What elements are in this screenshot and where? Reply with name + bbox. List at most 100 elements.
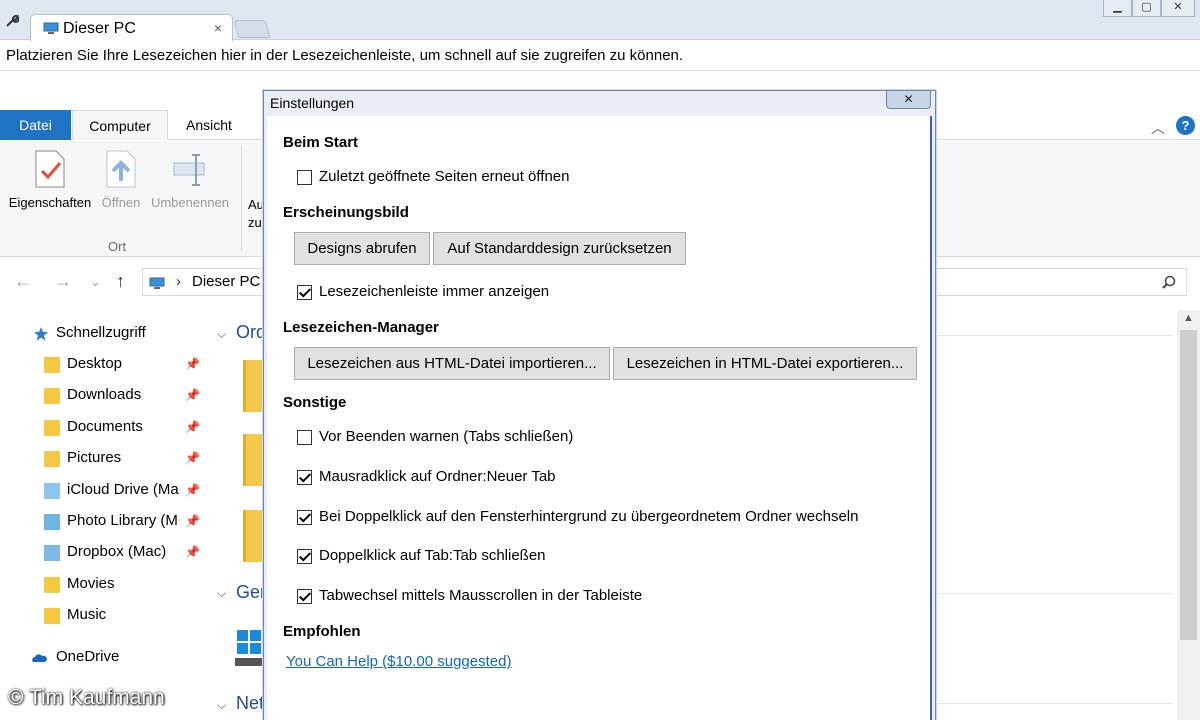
nav-item-music[interactable]: Music: [0, 602, 206, 630]
folder-icon: [44, 451, 60, 467]
chevron-down-icon[interactable]: ⌵: [217, 586, 226, 601]
folder-icon: [44, 577, 60, 593]
section-network[interactable]: Net: [236, 693, 264, 714]
checkbox-label[interactable]: Mausradklick auf Ordner:Neuer Tab: [319, 468, 556, 485]
vertical-scrollbar[interactable]: ▲: [1177, 310, 1200, 720]
checkbox-label[interactable]: Zuletzt geöffnete Seiten erneut öffnen: [319, 168, 569, 185]
checkbox-label[interactable]: Bei Doppelklick auf den Fensterhintergru…: [319, 508, 858, 525]
folder-icon: [44, 608, 60, 624]
nav-item-photo-library[interactable]: Photo Library (M 📌: [0, 508, 206, 536]
nav-label: OneDrive: [56, 648, 120, 665]
tab-computer[interactable]: Computer: [72, 110, 168, 140]
nav-label: Dropbox (Mac): [67, 543, 167, 560]
pin-icon[interactable]: 📌: [185, 483, 200, 497]
nav-item-dropbox[interactable]: Dropbox (Mac) 📌: [0, 539, 206, 567]
partial-line-1: Au: [248, 197, 264, 212]
search-icon[interactable]: [1162, 275, 1176, 289]
nav-item-downloads[interactable]: Downloads 📌: [0, 382, 206, 410]
nav-item-pictures[interactable]: Pictures 📌: [0, 445, 206, 473]
pin-icon[interactable]: 📌: [185, 388, 200, 402]
computer-icon: [43, 22, 59, 34]
properties-button[interactable]: Eigenschaften: [6, 149, 94, 210]
ribbon-separator: [241, 145, 242, 251]
back-icon[interactable]: ←: [14, 271, 32, 292]
nav-label: Documents: [67, 418, 143, 435]
checkbox-label[interactable]: Tabwechsel mittels Mausscrollen in der T…: [319, 587, 642, 604]
dialog-title-bar[interactable]: Einstellungen ✕: [264, 91, 935, 115]
checkbox-double-click-parent[interactable]: [297, 510, 312, 525]
export-bookmarks-button[interactable]: Lesezeichen in HTML-Datei exportieren...: [613, 347, 917, 380]
rename-button[interactable]: Umbenennen: [148, 149, 232, 210]
help-icon[interactable]: ?: [1176, 116, 1195, 135]
heading-sonstige: Sonstige: [283, 394, 347, 411]
checkbox-middle-click-new-tab[interactable]: [297, 470, 312, 485]
pin-icon[interactable]: 📌: [185, 357, 200, 371]
settings-dialog: Einstellungen ✕ Beim Start Zuletzt geöff…: [263, 90, 936, 720]
checkbox-warn-on-exit[interactable]: [297, 430, 312, 445]
nav-item-schnellzugriff[interactable]: Schnellzugriff: [0, 320, 206, 348]
nav-item-onedrive[interactable]: OneDrive: [0, 644, 206, 672]
history-dropdown-icon[interactable]: ⌄: [90, 274, 101, 290]
chevron-down-icon[interactable]: ⌵: [217, 698, 226, 713]
import-bookmarks-button[interactable]: Lesezeichen aus HTML-Datei importieren..…: [294, 347, 610, 380]
nav-label: Music: [67, 606, 107, 623]
copyright-watermark: © Tim Kaufmann: [8, 686, 165, 709]
checkbox-reopen-pages[interactable]: [297, 170, 312, 185]
pin-icon[interactable]: 📌: [185, 451, 200, 465]
checkbox-always-show-bookmarks[interactable]: [297, 285, 312, 300]
pin-icon[interactable]: 📌: [185, 420, 200, 434]
scrollbar-thumb[interactable]: [1180, 330, 1197, 640]
nav-item-icloud-drive[interactable]: iCloud Drive (Ma 📌: [0, 477, 206, 505]
ribbon-partial-button[interactable]: Au zu: [248, 196, 264, 232]
tab-dieser-pc[interactable]: Dieser PC ×: [30, 14, 233, 41]
pin-icon[interactable]: 📌: [185, 545, 200, 559]
breadcrumb-separator[interactable]: ›: [176, 273, 181, 290]
chevron-down-icon[interactable]: ⌵: [217, 327, 226, 342]
nav-item-documents[interactable]: Documents 📌: [0, 414, 206, 442]
section-devices[interactable]: Ger: [236, 582, 266, 603]
checkbox-scroll-switch-tabs[interactable]: [297, 589, 312, 604]
title-bar: Dieser PC × ▁ ▢ ✕: [0, 0, 1200, 41]
get-designs-button[interactable]: Designs abrufen: [294, 232, 430, 265]
maximize-button[interactable]: ▢: [1132, 0, 1161, 17]
nav-label: iCloud Drive (Ma: [67, 481, 179, 498]
section-folders[interactable]: Ord: [236, 322, 266, 343]
open-icon: [106, 150, 136, 188]
heading-beim-start: Beim Start: [283, 134, 359, 151]
collapse-ribbon-icon[interactable]: ︿: [1151, 118, 1165, 138]
checkbox-label[interactable]: Vor Beenden warnen (Tabs schließen): [319, 428, 573, 445]
wrench-icon[interactable]: [5, 14, 19, 28]
donate-link[interactable]: You Can Help ($10.00 suggested): [286, 653, 511, 670]
tab-title: Dieser PC: [63, 20, 136, 37]
nav-item-desktop[interactable]: Desktop 📌: [0, 351, 206, 379]
tab-close-icon[interactable]: ×: [214, 20, 222, 36]
breadcrumb-dieser-pc[interactable]: Dieser PC: [192, 273, 260, 290]
nav-item-movies[interactable]: Movies: [0, 571, 206, 599]
close-window-button[interactable]: ✕: [1161, 0, 1195, 17]
reset-design-button[interactable]: Auf Standarddesign zurücksetzen: [433, 232, 686, 265]
onedrive-icon: [32, 654, 47, 662]
checkbox-label[interactable]: Lesezeichenleiste immer anzeigen: [319, 283, 549, 300]
forward-icon[interactable]: →: [54, 271, 72, 292]
windows-drive-icon[interactable]: [235, 628, 265, 668]
open-button[interactable]: Öffnen: [98, 149, 144, 210]
dropbox-folder-icon: [44, 545, 60, 561]
new-tab-button[interactable]: [233, 20, 271, 38]
star-icon: [34, 327, 48, 341]
dialog-close-button[interactable]: ✕: [886, 91, 931, 109]
minimize-button[interactable]: ▁: [1103, 0, 1132, 17]
checkbox-label[interactable]: Doppelklick auf Tab:Tab schließen: [319, 547, 546, 564]
dialog-body: Beim Start Zuletzt geöffnete Seiten erne…: [267, 116, 932, 720]
open-label: Öffnen: [101, 195, 141, 210]
nav-label: Desktop: [67, 355, 123, 372]
cloud-folder-icon: [44, 483, 60, 499]
heading-lesezeichen-manager: Lesezeichen-Manager: [283, 319, 439, 336]
tab-ansicht[interactable]: Ansicht: [170, 110, 248, 140]
nav-label: Downloads: [67, 386, 142, 403]
group-label-ort: Ort: [108, 239, 127, 254]
up-icon[interactable]: ↑: [116, 271, 125, 292]
pin-icon[interactable]: 📌: [185, 514, 200, 528]
checkbox-double-click-close-tab[interactable]: [297, 549, 312, 564]
scroll-up-icon[interactable]: ▲: [1183, 312, 1194, 324]
tab-datei[interactable]: Datei: [0, 110, 71, 140]
